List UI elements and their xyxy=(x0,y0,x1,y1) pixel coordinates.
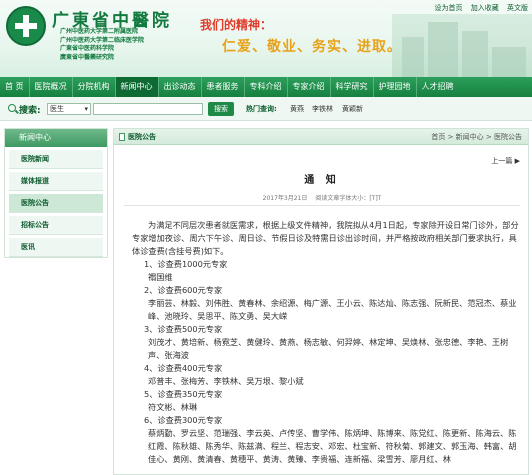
fee-level: 4、诊查费400元专家 xyxy=(144,363,223,373)
nav-divider xyxy=(200,77,202,97)
affiliations: 广州中医药大学第二附属医院 广州中医药大学第二临床医学院 广東省中医药科学院 廣… xyxy=(60,28,144,62)
affiliation-1: 广州中医药大学第二附属医院 xyxy=(60,28,139,35)
nav-divider xyxy=(71,77,73,97)
sidebar-item-medical-news[interactable]: 医讯 xyxy=(9,238,103,257)
nav-divider xyxy=(372,77,374,97)
nav-clinic-schedule[interactable]: 出诊动态 xyxy=(159,77,201,97)
hot-link-2[interactable]: 李铁林 xyxy=(312,104,333,114)
fee-names: 刘茂才、黄培新、杨霓芝、黄健玲、黄燕、杨志敏、何羿婷、林定坤、吴焕林、张忠德、李… xyxy=(148,337,509,360)
search-bar: 搜索: 医生 搜索 热门查询: 黄燕 李铁林 黄颖新 xyxy=(0,97,532,121)
fee-names: 禤国维 xyxy=(148,272,173,282)
nav-news-center[interactable]: 新闻中心 xyxy=(115,77,158,97)
set-homepage-link[interactable]: 设为首页 xyxy=(435,4,463,12)
nav-research[interactable]: 科学研究 xyxy=(331,77,373,97)
font-size-control[interactable]: 阅读文章字体大小：[T]T xyxy=(315,195,381,202)
english-version-link[interactable]: 英文版 xyxy=(507,4,528,12)
add-favorite-link[interactable]: 加入收藏 xyxy=(471,4,499,12)
affiliation-3: 广東省中医药科学院 xyxy=(60,45,115,52)
article-paragraph: 为满足不同层次患者就医需求，根据上级文件精神，我院拟从4月1日起，专家除开设日常… xyxy=(132,220,519,256)
sidebar-item-media-reports[interactable]: 媒体报道 xyxy=(9,172,103,191)
document-icon xyxy=(119,133,125,141)
site-header: 广東省中醫院 广州中医药大学第二附属医院 广州中医药大学第二临床医学院 广東省中… xyxy=(0,0,532,77)
spirit-title: 我们的精神： xyxy=(200,18,273,32)
fee-level: 3、诊查费500元专家 xyxy=(144,324,223,334)
previous-article-link[interactable]: 上一篇 ▶ xyxy=(491,156,520,166)
affiliation-4: 廣東省中醫藥研究院 xyxy=(60,53,115,61)
hospital-logo[interactable] xyxy=(6,6,46,46)
nav-divider xyxy=(329,77,331,97)
hot-link-1[interactable]: 黄燕 xyxy=(290,104,304,114)
fee-names: 李丽芸、林毅、刘伟胜、黄春林、余绍源、梅广源、王小云、陈达灿、陈志强、阮新民、范… xyxy=(148,298,517,321)
sidebar-item-tenders[interactable]: 招标公告 xyxy=(9,216,103,235)
nav-divider xyxy=(243,77,245,97)
spirit-motto: 仁爱、敬业、务实、进取。 xyxy=(222,39,402,55)
building-illustration xyxy=(392,14,532,77)
fee-names: 符文彬、林琳 xyxy=(148,402,198,412)
nav-divider xyxy=(286,77,288,97)
article-date: 2017年3月21日 xyxy=(262,195,308,202)
hot-search-label: 热门查询: xyxy=(246,105,277,113)
nav-branches[interactable]: 分院机构 xyxy=(73,77,115,97)
search-button[interactable]: 搜索 xyxy=(208,102,234,116)
nav-patient-services[interactable]: 患者服务 xyxy=(202,77,244,97)
main-nav: 首 页 医院概况 分院机构 新闻中心 出诊动态 患者服务 专科介绍 专家介绍 科… xyxy=(0,77,532,97)
nav-overview[interactable]: 医院概况 xyxy=(30,77,72,97)
nav-divider xyxy=(415,77,417,97)
sidebar-item-hospital-news[interactable]: 医院新闻 xyxy=(9,150,103,169)
fee-names: 蔡炳勤、罗云坚、范瑞强、李云英、卢传坚、曹学伟、陈炳坤、陈博来、陈党红、陈更新、… xyxy=(148,428,517,464)
nav-home[interactable]: 首 页 xyxy=(0,77,29,97)
nav-divider xyxy=(157,77,159,97)
nav-specialties[interactable]: 专科介绍 xyxy=(245,77,287,97)
fee-level: 1、诊查费1000元专家 xyxy=(144,259,228,269)
section-title: 医院公告 xyxy=(128,133,156,141)
hot-link-3[interactable]: 黄颖新 xyxy=(342,104,363,114)
search-input[interactable] xyxy=(93,103,203,115)
content-header: 医院公告 首页 > 新闻中心 > 医院公告 xyxy=(114,129,528,145)
main-content: 医院公告 首页 > 新闻中心 > 医院公告 上一篇 ▶ 通 知 2017年3月2… xyxy=(113,128,529,475)
nav-recruitment[interactable]: 人才招聘 xyxy=(417,77,459,97)
fee-names: 邓普丰、张梅芳、李铁林、吴万垠、黎小斌 xyxy=(148,376,304,386)
fee-level: 2、诊查费600元专家 xyxy=(144,285,223,295)
article-title: 通 知 xyxy=(304,175,340,186)
fee-level: 6、诊查费300元专家 xyxy=(144,415,223,425)
fee-level: 5、诊查费350元专家 xyxy=(144,389,223,399)
nav-divider xyxy=(28,77,30,97)
breadcrumb[interactable]: 首页 > 新闻中心 > 医院公告 xyxy=(431,129,522,145)
search-type-select[interactable]: 医生 xyxy=(47,103,91,115)
search-label: 搜索: xyxy=(19,106,41,116)
nav-nursing[interactable]: 护理园地 xyxy=(374,77,416,97)
search-icon xyxy=(8,104,16,112)
sidebar: 新闻中心 医院新闻 媒体报道 医院公告 招标公告 医讯 xyxy=(4,128,108,258)
divider xyxy=(124,205,520,206)
article-meta: 2017年3月21日 阅读文章字体大小：[T]T xyxy=(114,193,528,202)
article-body: 为满足不同层次患者就医需求，根据上级文件精神，我院拟从4月1日起，专家除开设日常… xyxy=(132,219,524,466)
affiliation-2: 广州中医药大学第二临床医学院 xyxy=(60,36,145,44)
nav-divider xyxy=(114,77,116,97)
sidebar-title: 新闻中心 xyxy=(5,129,107,147)
top-links: 设为首页 加入收藏 英文版 xyxy=(429,3,528,13)
nav-experts[interactable]: 专家介绍 xyxy=(288,77,330,97)
sidebar-item-announcements[interactable]: 医院公告 xyxy=(9,194,103,213)
